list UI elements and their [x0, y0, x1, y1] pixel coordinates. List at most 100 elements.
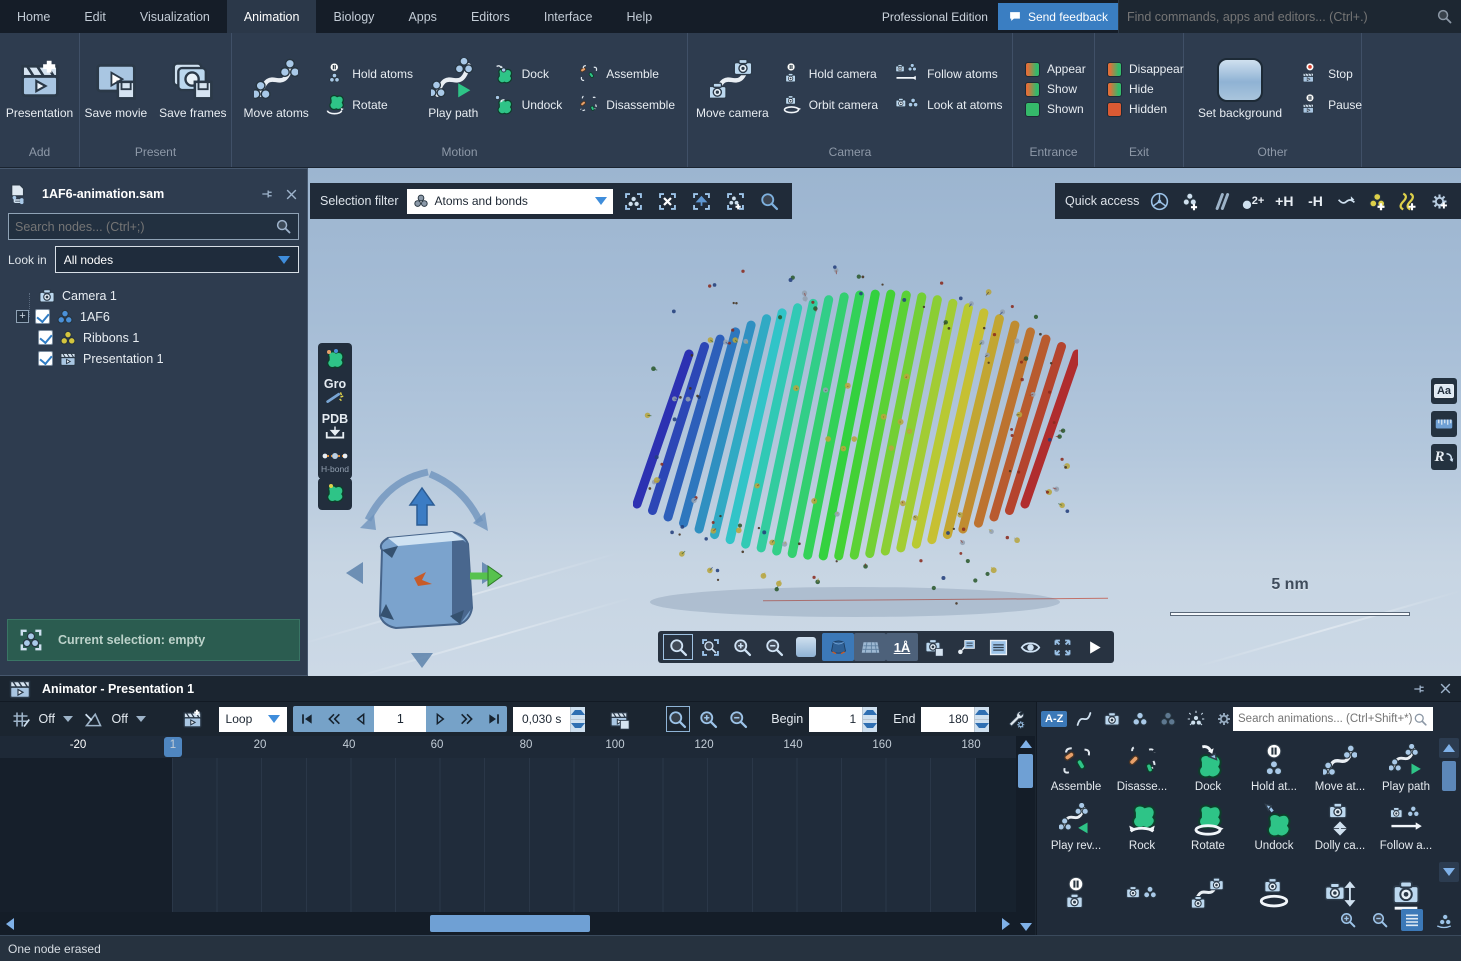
grid-snap-value[interactable]: Off — [39, 712, 55, 726]
preset-play-reverse[interactable]: Play rev... — [1043, 795, 1109, 854]
preset-orbit-camera[interactable] — [1241, 854, 1307, 912]
preset-zoom-out-button[interactable] — [1369, 909, 1391, 931]
save-movie-button[interactable]: Save movie — [82, 56, 149, 122]
menu-help[interactable]: Help — [609, 0, 669, 33]
tree-node-1af6[interactable]: + 1AF6 — [8, 306, 299, 327]
minimize-icon[interactable] — [1336, 188, 1358, 214]
sort-az-button[interactable]: A-Z — [1041, 711, 1067, 727]
hold-atoms-button[interactable]: Hold atoms — [324, 63, 413, 84]
zoom-tool-button[interactable] — [662, 633, 694, 661]
tree-node-camera[interactable]: Camera 1 — [8, 285, 299, 306]
playback-mode-dropdown[interactable]: Loop — [219, 707, 288, 732]
shown-button[interactable]: Shown — [1025, 102, 1086, 117]
node-search-input[interactable] — [15, 220, 275, 234]
settings-gear-icon[interactable] — [1429, 188, 1451, 214]
skip-to-start-button[interactable] — [293, 706, 320, 732]
filter-camera-icon[interactable] — [1101, 708, 1123, 730]
preset-rock[interactable]: Rock — [1109, 795, 1175, 854]
preset-hold-camera[interactable] — [1043, 854, 1109, 912]
filter-atoms-icon[interactable] — [1129, 708, 1151, 730]
animation-search-input[interactable] — [1238, 713, 1413, 725]
preset-disassemble[interactable]: Disasse... — [1109, 736, 1175, 795]
menu-home[interactable]: Home — [0, 0, 67, 33]
save-frames-button[interactable]: Save frames — [157, 56, 228, 122]
preset-follow-atoms[interactable]: Follow a... — [1373, 795, 1439, 854]
select-up-button[interactable] — [689, 188, 715, 214]
periodic-table-icon[interactable] — [1148, 188, 1170, 214]
angstrom-scale-button[interactable]: 1Å — [886, 633, 918, 661]
preset-scroll-up[interactable] — [1439, 738, 1459, 758]
preset-dolly-camera[interactable]: Dolly ca... — [1307, 795, 1373, 854]
dock-button[interactable]: Dock — [494, 63, 563, 84]
play-path-button[interactable]: Play path — [423, 56, 484, 122]
timeline-zoom-in-button[interactable] — [696, 706, 721, 732]
add-group-icon[interactable] — [1367, 188, 1389, 214]
preset-scrollbar[interactable] — [1439, 738, 1459, 908]
pin-icon[interactable] — [1411, 681, 1427, 697]
scroll-left-button[interactable] — [0, 912, 20, 935]
gromacs-tool-button[interactable]: Gro — [324, 379, 346, 407]
hide-button[interactable]: Hide — [1107, 82, 1184, 97]
preset-rotate[interactable]: Rotate — [1175, 795, 1241, 854]
expander-icon[interactable]: + — [16, 310, 29, 323]
fast-backward-button[interactable] — [320, 706, 347, 732]
zoom-out-button[interactable] — [758, 633, 790, 661]
deselect-button[interactable] — [655, 188, 681, 214]
rotate-button[interactable]: Rotate — [324, 94, 413, 115]
chevron-down-icon[interactable] — [63, 716, 73, 722]
timeline-ruler[interactable]: -20 1 20 40 60 80 100 120 140 160 180 — [0, 736, 1016, 758]
preset-zoom-camera[interactable] — [1373, 854, 1439, 912]
play-presentation-button[interactable] — [1078, 633, 1110, 661]
charge-icon[interactable]: 2+ — [1242, 188, 1265, 214]
disappear-button[interactable]: Disappear — [1107, 62, 1184, 77]
hscroll-thumb[interactable] — [430, 915, 590, 932]
icon-view-button[interactable] — [1433, 909, 1455, 931]
fast-forward-button[interactable] — [453, 706, 480, 732]
frame-interval-field[interactable]: 0,030 s — [513, 707, 585, 732]
hidden-button[interactable]: Hidden — [1107, 102, 1184, 117]
filter-motion-icon[interactable] — [1073, 708, 1095, 730]
send-feedback-button[interactable]: Send feedback — [998, 3, 1118, 30]
timeline-vscrollbar[interactable] — [1016, 736, 1035, 935]
remove-hydrogens-button[interactable]: -H — [1304, 188, 1326, 214]
follow-atoms-button[interactable]: Follow atoms — [894, 63, 1002, 84]
set-background-button[interactable]: Set background — [1196, 56, 1284, 122]
preset-dock[interactable]: Dock — [1175, 736, 1241, 795]
end-field[interactable]: 180 — [921, 707, 989, 732]
close-icon[interactable] — [1437, 681, 1453, 697]
checkbox-checked[interactable] — [38, 351, 53, 366]
pause-button[interactable]: Pause — [1300, 94, 1362, 115]
text-display-button[interactable]: Aa — [1431, 378, 1457, 404]
add-atoms-icon[interactable] — [1179, 188, 1201, 214]
close-icon[interactable] — [283, 186, 299, 202]
preset-scroll-thumb[interactable] — [1442, 761, 1456, 791]
select-all-button[interactable] — [621, 188, 647, 214]
export-movie-button[interactable] — [607, 706, 632, 732]
orientation-cube-button[interactable] — [822, 633, 854, 661]
label-note-button[interactable] — [950, 633, 982, 661]
look-in-dropdown[interactable]: All nodes — [55, 246, 299, 273]
dock-app-icon[interactable] — [323, 348, 347, 372]
ruler-button[interactable] — [1431, 411, 1457, 437]
timeline-zoom-tool-button[interactable] — [666, 706, 691, 732]
preset-scroll-down[interactable] — [1439, 862, 1459, 882]
zoom-in-button[interactable] — [726, 633, 758, 661]
step-back-button[interactable] — [347, 706, 374, 732]
show-button[interactable]: Show — [1025, 82, 1086, 97]
disassemble-button[interactable]: Disassemble — [578, 94, 675, 115]
menu-interface[interactable]: Interface — [527, 0, 610, 33]
pin-icon[interactable] — [259, 186, 275, 202]
rotate-r-button[interactable]: R — [1431, 444, 1457, 470]
list-view-button[interactable] — [1401, 909, 1423, 931]
bonds-icon[interactable] — [1211, 188, 1233, 214]
fullscreen-button[interactable] — [1046, 633, 1078, 661]
skip-to-end-button[interactable] — [480, 706, 507, 732]
scroll-down-button[interactable] — [1016, 919, 1035, 935]
timeline-hscrollbar[interactable] — [0, 912, 1016, 935]
pdb-download-button[interactable]: PDB — [322, 414, 348, 443]
add-hydrogens-button[interactable]: +H — [1273, 188, 1295, 214]
checkbox-checked[interactable] — [35, 309, 50, 324]
preset-move-camera[interactable] — [1175, 854, 1241, 912]
scroll-right-button[interactable] — [996, 912, 1016, 935]
preset-truck-camera[interactable] — [1307, 854, 1373, 912]
